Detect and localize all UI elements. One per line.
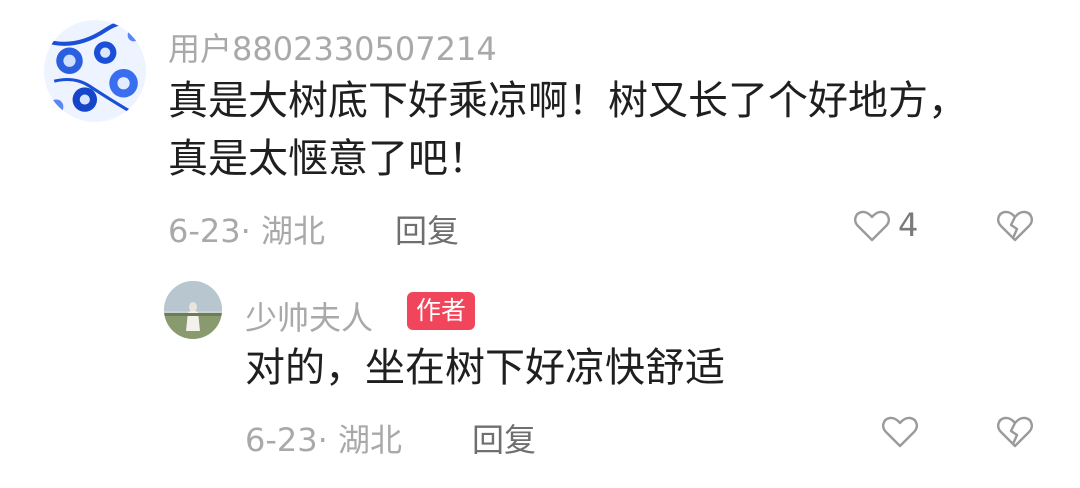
heart-outline-icon <box>882 416 918 448</box>
author-username[interactable]: 少帅夫人 <box>245 293 373 339</box>
heart-outline-icon <box>854 210 890 242</box>
comment-text-line-1: 真是大树底下好乘凉啊！树又长了个好地方， <box>168 78 968 124</box>
comment-text-line-2: 真是太惬意了吧！ <box>168 136 488 182</box>
reply-like-button[interactable] <box>880 412 920 452</box>
comment-reply-button[interactable]: 回复 <box>395 206 459 252</box>
author-avatar[interactable] <box>164 281 222 339</box>
broken-heart-icon <box>997 210 1033 242</box>
commenter-avatar[interactable] <box>44 20 146 122</box>
comment-thread: 用户8802330507214 真是大树底下好乘凉啊！树又长了个好地方， 真是太… <box>0 0 1080 488</box>
broken-heart-icon <box>997 416 1033 448</box>
blue-floral-avatar-image <box>44 20 146 122</box>
comment-like-button[interactable] <box>852 206 892 246</box>
commenter-username[interactable]: 用户8802330507214 <box>168 24 497 70</box>
comment-meta: 6-23· 湖北 <box>168 212 325 250</box>
reply-reply-button[interactable]: 回复 <box>472 415 536 461</box>
comment-like-count: 4 <box>898 206 919 244</box>
comment-dislike-button[interactable] <box>995 206 1035 246</box>
reply-dislike-button[interactable] <box>995 412 1035 452</box>
author-badge: 作者 <box>407 292 476 330</box>
reply-meta: 6-23· 湖北 <box>245 421 402 459</box>
reply-text: 对的，坐在树下好凉快舒适 <box>245 345 725 391</box>
author-photo-avatar-image <box>164 281 222 339</box>
